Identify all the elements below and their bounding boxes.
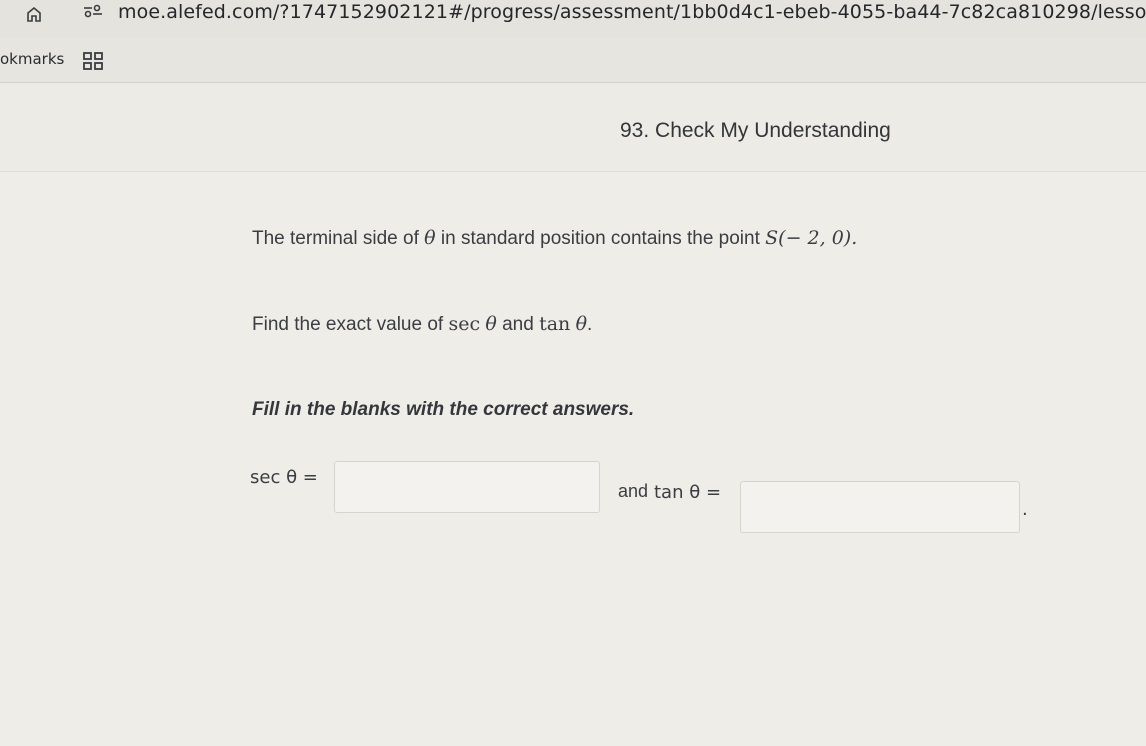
sec-equation-label: sec θ = (250, 467, 318, 488)
question-text: The terminal side of θ in standard posit… (252, 227, 857, 250)
url-text[interactable]: moe.alefed.com/?1747152902121#/progress/… (118, 1, 1146, 23)
theta-symbol: θ (424, 227, 436, 249)
page-content: 93. Check My Understanding The terminal … (0, 83, 1146, 746)
sec-word: sec (448, 313, 481, 335)
apps-grid-icon[interactable] (83, 52, 103, 70)
trailing-period: . (1022, 499, 1028, 520)
theta-symbol: θ (575, 313, 588, 335)
tan-equation-label: tan θ = (654, 482, 722, 503)
and-label: and (618, 481, 649, 501)
find-instruction: Find the exact value of sec θ and tan θ. (252, 313, 592, 336)
tan-answer-input[interactable] (740, 481, 1020, 533)
theta-symbol: θ (485, 313, 497, 335)
page-title: 93. Check My Understanding (620, 119, 891, 142)
and-word: and (502, 314, 534, 335)
lesson-header: 93. Check My Understanding (0, 83, 1146, 172)
question-text-middle: in standard position contains the point (435, 228, 766, 249)
browser-address-bar[interactable]: moe.alefed.com/?1747152902121#/progress/… (0, 0, 1146, 38)
fill-blanks-instruction: Fill in the blanks with the correct answ… (252, 399, 635, 420)
answer-row: sec θ = and tan θ = . (250, 461, 1050, 533)
period: . (587, 314, 593, 335)
question-text-prefix: The terminal side of (252, 228, 425, 249)
bookmarks-label[interactable]: okmarks (0, 50, 64, 68)
bookmarks-bar: okmarks (0, 38, 1146, 83)
tan-word: tan (539, 313, 571, 335)
home-icon[interactable] (26, 6, 42, 22)
point-label: S(− 2, 0). (765, 227, 858, 249)
site-settings-icon[interactable] (82, 4, 104, 18)
sec-answer-input[interactable] (334, 461, 600, 513)
find-prefix: Find the exact value of (252, 314, 449, 335)
